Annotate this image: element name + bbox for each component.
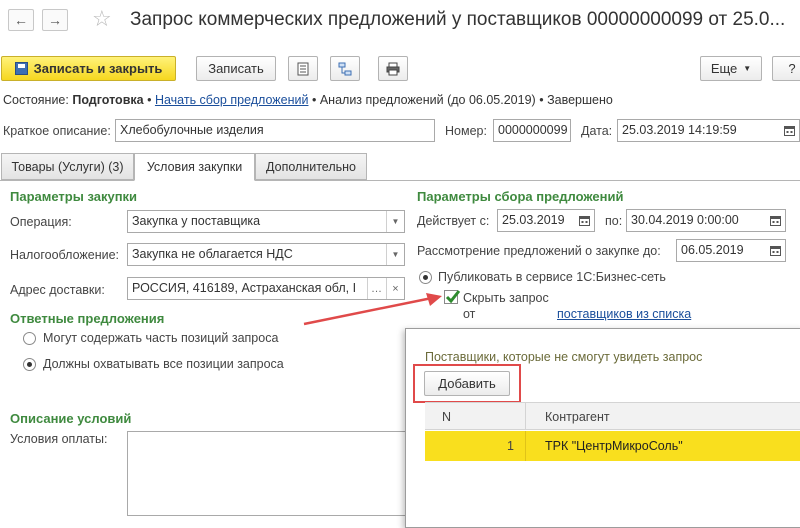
caret-down-icon: ▼	[743, 64, 752, 73]
radio-partial-positions[interactable]	[23, 332, 36, 345]
question-icon: ?	[788, 61, 796, 76]
row-counterparty: ТРК "ЦентрМикроСоль"	[545, 439, 683, 453]
save-and-close-button[interactable]: Записать и закрыть	[1, 56, 176, 81]
date-field[interactable]: 25.03.2019 14:19:59	[617, 119, 800, 142]
valid-to-field[interactable]: 30.04.2019 0:00:00	[626, 209, 786, 232]
operation-select[interactable]: Закупка у поставщика ▼	[127, 210, 405, 233]
chevron-down-icon[interactable]: ▼	[386, 244, 404, 265]
row-number: 1	[507, 439, 514, 453]
forward-button[interactable]: →	[42, 9, 68, 31]
short-desc-label: Краткое описание:	[3, 124, 111, 138]
favorite-star-icon[interactable]: ☆	[92, 6, 112, 32]
window-title: Запрос коммерческих предложений у постав…	[130, 9, 786, 30]
print-button[interactable]	[378, 56, 408, 81]
hide-request-checkbox[interactable]	[444, 290, 461, 304]
hierarchy-icon	[338, 62, 352, 75]
review-until-label: Рассмотрение предложений о закупке до:	[417, 244, 661, 258]
valid-from-field[interactable]: 25.03.2019	[497, 209, 595, 232]
calendar-icon[interactable]	[779, 120, 799, 141]
popup-caption: Поставщики, которые не смогут увидеть за…	[425, 350, 703, 364]
status-completed: Завершено	[547, 93, 613, 107]
short-desc-field[interactable]: Хлебобулочные изделия	[115, 119, 435, 142]
review-until-field[interactable]: 06.05.2019	[676, 239, 786, 262]
document-status-bar: Состояние: Подготовка • Начать сбор пред…	[3, 93, 613, 107]
back-button[interactable]: ←	[8, 9, 34, 31]
radio-partial-label: Могут содержать часть позиций запроса	[43, 331, 279, 345]
document-list-button[interactable]	[288, 56, 318, 81]
column-divider	[525, 431, 526, 461]
status-current: Подготовка	[72, 93, 144, 107]
column-divider	[525, 403, 526, 429]
calendar-icon[interactable]	[765, 240, 785, 261]
table-row[interactable]: 1 ТРК "ЦентрМикроСоль"	[425, 431, 800, 461]
tab-purchase-conditions[interactable]: Условия закупки	[134, 153, 255, 181]
more-menu-button[interactable]: Еще ▼	[700, 56, 762, 81]
chevron-down-icon[interactable]: ▼	[386, 211, 404, 232]
checkmark-icon	[445, 290, 461, 304]
suppliers-from-list-link[interactable]: поставщиков из списка	[557, 307, 691, 321]
column-n: N	[442, 410, 452, 424]
start-collecting-link[interactable]: Начать сбор предложений	[155, 93, 309, 107]
address-label: Адрес доставки:	[10, 283, 105, 297]
document-icon	[297, 62, 309, 75]
payment-terms-textarea[interactable]	[127, 431, 407, 516]
valid-to-label: по:	[605, 214, 623, 228]
tab-additional[interactable]: Дополнительно	[255, 153, 367, 180]
status-analysis: Анализ предложений (до 06.05.2019)	[319, 93, 536, 107]
save-button[interactable]: Записать	[196, 56, 276, 81]
valid-from-label: Действует с:	[417, 214, 490, 228]
date-label: Дата:	[581, 124, 613, 138]
radio-publish-business-network[interactable]	[419, 271, 432, 284]
annotation-arrow-icon	[303, 293, 442, 326]
hide-request-label: Скрыть запрос	[463, 291, 549, 305]
structure-button[interactable]	[330, 56, 360, 81]
radio-all-positions[interactable]	[23, 358, 36, 371]
floppy-disk-icon	[14, 62, 28, 75]
number-field[interactable]: 0000000099	[493, 119, 571, 142]
arrow-right-icon: →	[48, 12, 62, 28]
tab-goods[interactable]: Товары (Услуги) (3)	[1, 153, 134, 180]
help-button[interactable]: ?	[772, 56, 800, 81]
tax-select[interactable]: Закупка не облагается НДС ▼	[127, 243, 405, 266]
number-label: Номер:	[445, 124, 487, 138]
publish-label: Публиковать в сервисе 1С:Бизнес-сеть	[438, 270, 666, 284]
printer-icon	[386, 62, 400, 75]
tax-label: Налогообложение:	[10, 248, 120, 262]
radio-all-label: Должны охватывать все позиции запроса	[43, 357, 284, 371]
column-counterparty: Контрагент	[545, 410, 610, 424]
calendar-icon[interactable]	[765, 210, 785, 231]
conditions-heading: Описание условий	[10, 411, 132, 426]
arrow-left-icon: ←	[14, 12, 28, 28]
purchase-params-heading: Параметры закупки	[10, 189, 138, 204]
suppliers-table-header: N Контрагент	[425, 402, 800, 430]
add-supplier-button[interactable]: Добавить	[424, 371, 510, 396]
responses-heading: Ответные предложения	[10, 311, 165, 326]
collection-params-heading: Параметры сбора предложений	[417, 189, 624, 204]
hide-request-from-label: от	[463, 307, 476, 321]
operation-label: Операция:	[10, 215, 72, 229]
calendar-icon[interactable]	[574, 210, 594, 231]
tab-divider	[0, 180, 800, 181]
payment-terms-label: Условия оплаты:	[10, 432, 108, 446]
